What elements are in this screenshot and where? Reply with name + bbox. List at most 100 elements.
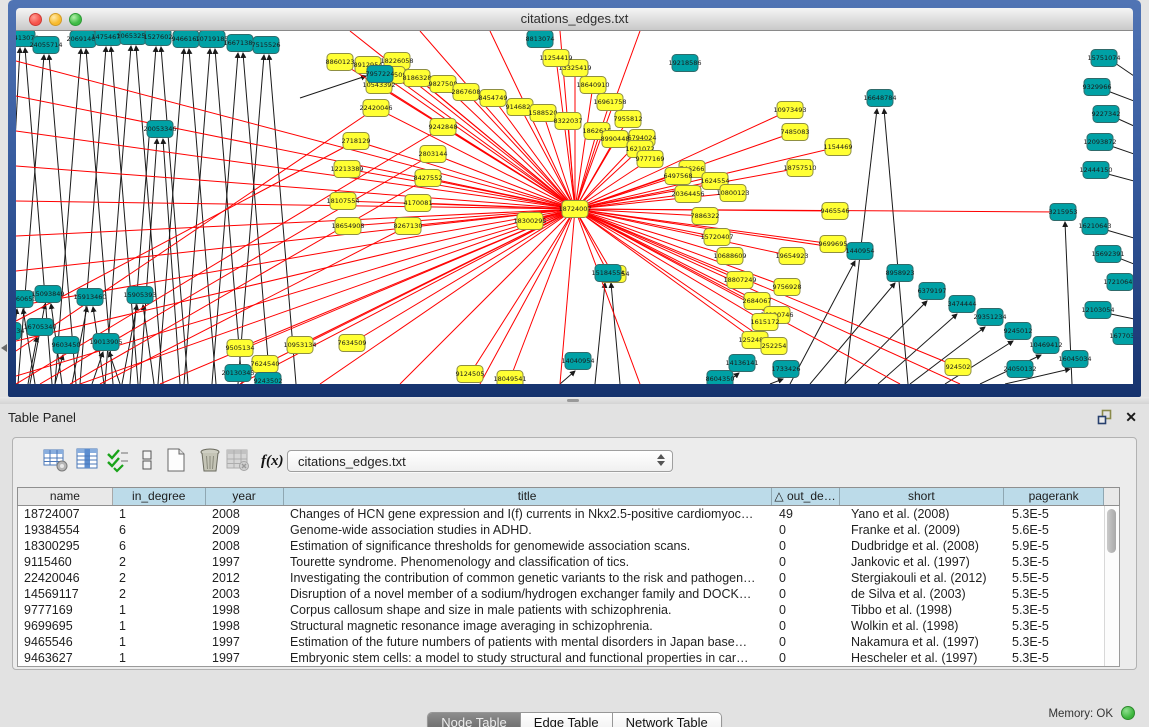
graph-node[interactable]: 8604350: [706, 371, 735, 385]
table-row[interactable]: 2242004622012Investigating the contribut…: [18, 570, 1119, 586]
table-cell[interactable]: 1: [113, 634, 206, 650]
column-chooser-icon[interactable]: [75, 447, 101, 473]
table-cell[interactable]: 5.3E-5: [1006, 586, 1106, 602]
table-cell[interactable]: 1997: [206, 634, 284, 650]
column-header-3[interactable]: title: [284, 488, 772, 505]
table-cell[interactable]: Disruption of a novel member of a sodium…: [284, 586, 773, 602]
graph-edge[interactable]: [30, 304, 45, 384]
graph-node[interactable]: 9505134: [226, 340, 255, 357]
graph-edge[interactable]: [55, 49, 81, 384]
table-cell[interactable]: 1: [113, 618, 206, 634]
delete-table-icon[interactable]: [197, 447, 223, 473]
table-cell[interactable]: 5.3E-5: [1006, 634, 1106, 650]
table-cell[interactable]: 0: [773, 586, 841, 602]
graph-node[interactable]: 29351234: [973, 309, 1006, 326]
table-cell[interactable]: 2: [113, 570, 206, 586]
graph-edge[interactable]: [16, 61, 575, 209]
table-cell[interactable]: Estimation of significance thresholds fo…: [284, 538, 773, 554]
collapse-panel-arrow-icon[interactable]: [1, 344, 7, 352]
vertical-scrollbar[interactable]: [1104, 506, 1119, 666]
table-cell[interactable]: 5.3E-5: [1006, 506, 1106, 522]
graph-node[interactable]: 16210643: [1078, 218, 1111, 235]
table-cell[interactable]: 1998: [206, 602, 284, 618]
graph-node[interactable]: 924502: [945, 359, 971, 376]
table-cell[interactable]: 5.3E-5: [1006, 618, 1106, 634]
graph-node[interactable]: 1615172: [751, 314, 780, 331]
table-cell[interactable]: 18300295: [18, 538, 113, 554]
table-cell[interactable]: Tourette syndrome. Phenomenology and cla…: [284, 554, 773, 570]
graph-node[interactable]: 15720407: [700, 229, 733, 246]
table-cell[interactable]: 2: [113, 554, 206, 570]
table-cell[interactable]: 5.3E-5: [1006, 554, 1106, 570]
graph-edge[interactable]: [243, 53, 270, 384]
graph-node[interactable]: 1527602: [144, 31, 173, 46]
graph-node[interactable]: 16705340: [23, 319, 56, 336]
table-cell[interactable]: 9115460: [18, 554, 113, 570]
graph-node[interactable]: 16961758: [593, 94, 626, 111]
column-header-1[interactable]: in_degree: [113, 488, 206, 505]
graph-node[interactable]: 18300295: [513, 213, 546, 230]
network-view-frame[interactable]: citations_edges.txt 18724007886012389129…: [8, 0, 1141, 397]
graph-node[interactable]: 1733426: [772, 361, 801, 378]
graph-node[interactable]: 18640910: [576, 77, 609, 94]
network-window-titlebar[interactable]: citations_edges.txt: [16, 8, 1133, 31]
table-cell[interactable]: 1: [113, 602, 206, 618]
graph-node[interactable]: 20130345: [221, 365, 254, 382]
graph-node[interactable]: 15692391: [1091, 246, 1124, 263]
graph-node[interactable]: 9699695: [819, 236, 848, 253]
table-cell[interactable]: Jankovic et al. (1997): [841, 554, 1006, 570]
graph-node[interactable]: 17210643: [1103, 274, 1133, 291]
graph-node[interactable]: 9227342: [1092, 106, 1121, 123]
table-row[interactable]: 977716911998Corpus callosum shape and si…: [18, 602, 1119, 618]
graph-node[interactable]: 10469412: [1029, 337, 1062, 354]
graph-edge[interactable]: [845, 301, 927, 384]
table-row[interactable]: 1456911722003Disruption of a novel membe…: [18, 586, 1119, 602]
graph-edge[interactable]: [575, 85, 593, 209]
graph-node[interactable]: 24055714: [29, 37, 62, 54]
table-cell[interactable]: 5.9E-5: [1006, 538, 1106, 554]
graph-edge[interactable]: [143, 305, 154, 384]
graph-node[interactable]: 8267130: [394, 218, 423, 235]
graph-node[interactable]: 19218586: [668, 55, 701, 72]
graph-edge[interactable]: [300, 76, 366, 98]
table-cell[interactable]: 9777169: [18, 602, 113, 618]
column-header-5[interactable]: short: [840, 488, 1005, 505]
graph-edge[interactable]: [595, 283, 605, 384]
table-cell[interactable]: 18724007: [18, 506, 113, 522]
table-cell[interactable]: Genome-wide association studies in ADHD.: [284, 522, 773, 538]
table-cell[interactable]: Nakamura et al. (1997): [841, 634, 1006, 650]
graph-edge[interactable]: [470, 209, 575, 374]
float-panel-icon[interactable]: [1097, 409, 1113, 425]
table-row[interactable]: 1830029562008Estimation of significance …: [18, 538, 1119, 554]
graph-node[interactable]: 8958923: [886, 265, 915, 282]
table-row[interactable]: 946554611997Estimation of the future num…: [18, 634, 1119, 650]
table-cell[interactable]: 5.6E-5: [1006, 522, 1106, 538]
graph-edge[interactable]: [16, 209, 575, 341]
graph-node[interactable]: 10800123: [716, 185, 749, 202]
graph-node[interactable]: 12093872: [1083, 134, 1116, 151]
graph-edge[interactable]: [161, 47, 188, 384]
table-cell[interactable]: Yano et al. (2008): [841, 506, 1006, 522]
table-settings-icon[interactable]: [43, 447, 69, 473]
graph-edge[interactable]: [240, 209, 575, 384]
graph-node[interactable]: 12213389: [330, 161, 363, 178]
graph-edge[interactable]: [810, 283, 895, 384]
graph-node[interactable]: 16648784: [863, 90, 896, 107]
graph-node[interactable]: 12103054: [1081, 302, 1114, 319]
column-header-6[interactable]: pagerank: [1004, 488, 1104, 505]
graph-node[interactable]: 15905393: [123, 287, 156, 304]
graph-node[interactable]: 3215953: [1049, 204, 1078, 221]
table-cell[interactable]: 1: [113, 506, 206, 522]
graph-node[interactable]: 19654923: [775, 248, 808, 265]
graph-node[interactable]: 6497568: [664, 168, 693, 185]
graph-edge[interactable]: [28, 337, 37, 384]
graph-node[interactable]: 16045034: [1058, 351, 1091, 368]
table-cell[interactable]: 5.3E-5: [1006, 650, 1106, 666]
graph-edge[interactable]: [770, 379, 783, 384]
graph-node[interactable]: 9243502: [254, 373, 283, 385]
table-cell[interactable]: 2: [113, 586, 206, 602]
graph-node[interactable]: 15184554: [591, 265, 624, 282]
graph-node[interactable]: 14040954: [561, 353, 594, 370]
graph-edge[interactable]: [575, 209, 1063, 212]
table-row[interactable]: 969969511998Structural magnetic resonanc…: [18, 618, 1119, 634]
